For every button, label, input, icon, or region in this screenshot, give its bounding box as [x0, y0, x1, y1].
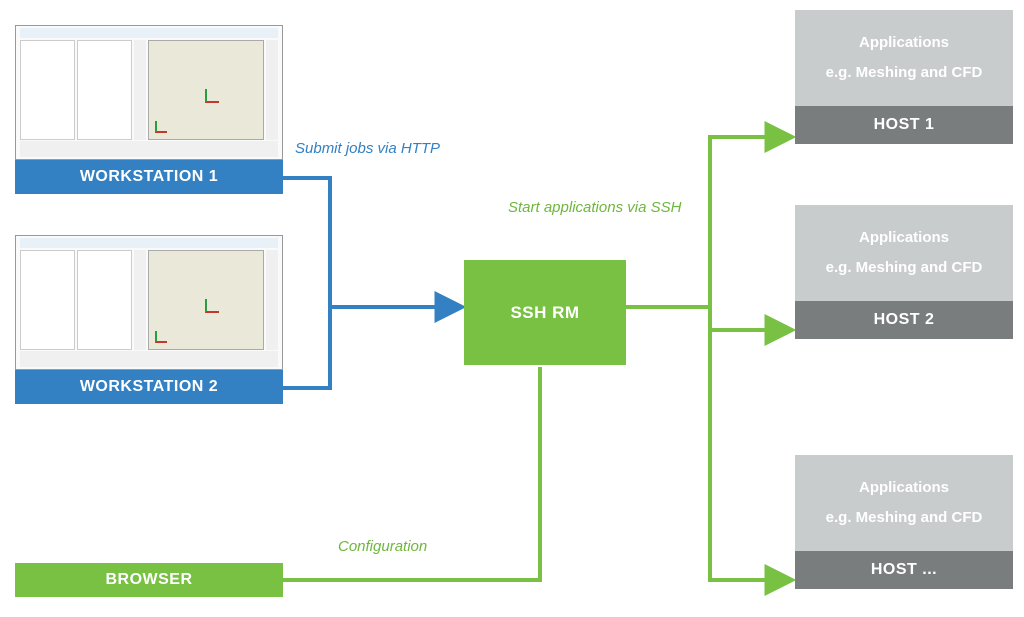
annotation-start: Start applications via SSH [508, 199, 681, 216]
host-1-apps: Applications e.g. Meshing and CFD [795, 10, 1013, 106]
host-2-apps: Applications e.g. Meshing and CFD [795, 205, 1013, 301]
annotation-config: Configuration [338, 538, 427, 555]
host-3-apps: Applications e.g. Meshing and CFD [795, 455, 1013, 551]
host-3-apps-title: Applications [805, 473, 1003, 503]
workstation-1-screenshot [15, 25, 283, 160]
browser-box: BROWSER [15, 563, 283, 597]
workstation-2-screenshot [15, 235, 283, 370]
host-3-block: Applications e.g. Meshing and CFD HOST .… [795, 455, 1013, 589]
host-1-apps-title: Applications [805, 28, 1003, 58]
ssh-rm-box: SSH RM [464, 260, 626, 365]
host-2-block: Applications e.g. Meshing and CFD HOST 2 [795, 205, 1013, 339]
host-3-label: HOST ... [795, 551, 1013, 589]
host-2-label: HOST 2 [795, 301, 1013, 339]
host-3-apps-example: e.g. Meshing and CFD [805, 503, 1003, 533]
host-1-block: Applications e.g. Meshing and CFD HOST 1 [795, 10, 1013, 144]
annotation-submit: Submit jobs via HTTP [295, 140, 440, 157]
host-2-apps-title: Applications [805, 223, 1003, 253]
host-1-label: HOST 1 [795, 106, 1013, 144]
workstation-1-label: WORKSTATION 1 [15, 160, 283, 194]
host-1-apps-example: e.g. Meshing and CFD [805, 58, 1003, 88]
workstation-2-label: WORKSTATION 2 [15, 370, 283, 404]
host-2-apps-example: e.g. Meshing and CFD [805, 253, 1003, 283]
